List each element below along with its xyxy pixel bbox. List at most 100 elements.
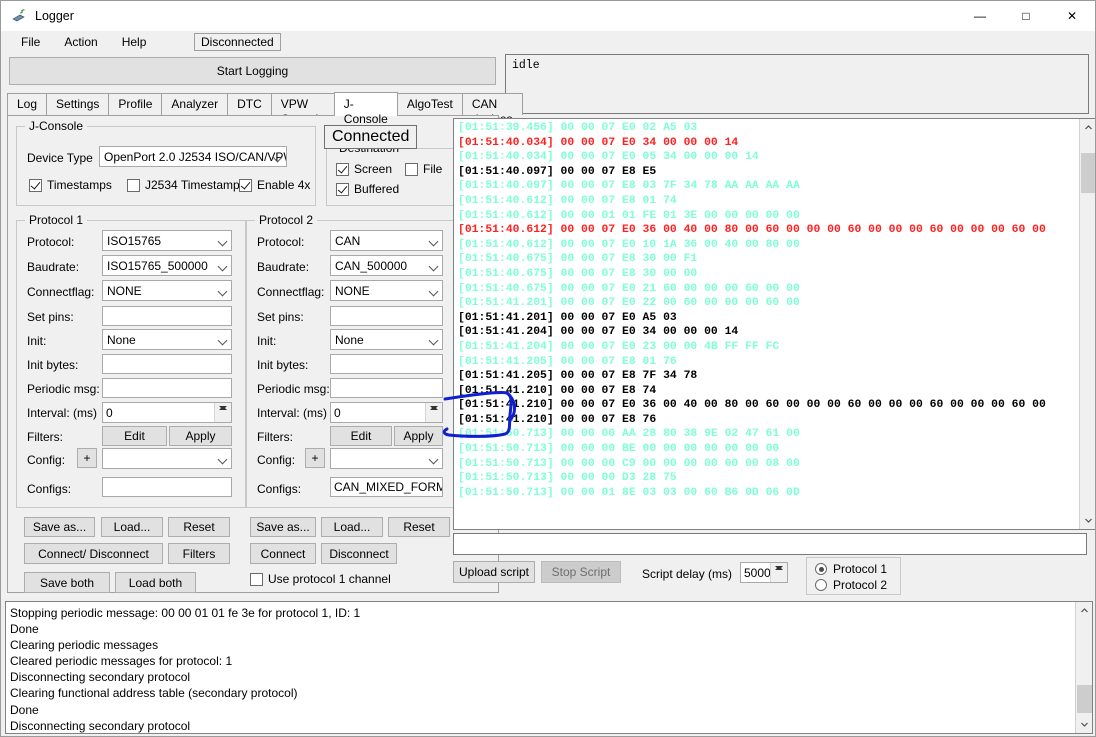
p2-setpins-input[interactable]: [330, 306, 443, 326]
destination-buffered-checkbox[interactable]: Buffered: [336, 182, 399, 196]
p2-connectflag-value: NONE: [335, 284, 370, 298]
p1-periodic-input[interactable]: [102, 378, 232, 398]
p2-connectflag-combo[interactable]: NONE: [330, 280, 443, 301]
minimize-button[interactable]: —: [957, 1, 1003, 31]
p2-disconnect-button[interactable]: Disconnect: [321, 543, 397, 564]
p1-interval-stepper[interactable]: 0: [102, 402, 232, 423]
tab-dtc[interactable]: DTC: [227, 93, 272, 115]
p2-periodic-input[interactable]: [330, 378, 443, 398]
p2-load-button[interactable]: Load...: [321, 517, 383, 537]
scroll-up-icon[interactable]: [1080, 119, 1095, 136]
p1-configs-input[interactable]: [102, 477, 232, 497]
p1-config-add-button[interactable]: +: [77, 448, 97, 468]
stepper-buttons[interactable]: [425, 403, 442, 422]
p1-save-as-button[interactable]: Save as...: [24, 517, 95, 537]
upload-script-button[interactable]: Upload script: [453, 561, 535, 583]
script-protocol2-label: Protocol 2: [833, 578, 888, 592]
destination-file-checkbox[interactable]: File: [405, 162, 442, 176]
console-line: [01:51:50.713] 00 00 00 BE 00 00 00 00 0…: [458, 443, 780, 456]
menu-help[interactable]: Help: [110, 33, 159, 51]
p2-interval-stepper[interactable]: 0: [330, 402, 443, 423]
tab-j-console[interactable]: J-Console: [333, 92, 398, 126]
script-protocol2-radio[interactable]: Protocol 2: [815, 578, 887, 592]
stepper-buttons[interactable]: [770, 563, 787, 582]
p2-reset-button[interactable]: Reset: [388, 517, 450, 537]
close-button[interactable]: ✕: [1049, 1, 1095, 31]
p1-setpins-input[interactable]: [102, 306, 232, 326]
use-protocol1-channel-checkbox[interactable]: Use protocol 1 channel: [250, 572, 391, 586]
script-protocol1-radio[interactable]: Protocol 1: [815, 562, 887, 576]
j-console-output[interactable]: [01:51:39.456] 00 00 07 E0 02 A5 03 [01:5…: [453, 118, 1095, 530]
p2-init-combo[interactable]: None: [330, 329, 443, 350]
stop-script-button: Stop Script: [541, 561, 621, 583]
maximize-button[interactable]: □: [1003, 1, 1049, 31]
menu-file[interactable]: File: [9, 33, 52, 51]
timestamps-checkbox[interactable]: Timestamps: [29, 178, 112, 192]
destination-screen-checkbox[interactable]: Screen: [336, 162, 392, 176]
tab-vpw-console[interactable]: VPW Console: [270, 93, 335, 126]
p2-initbytes-label: Init bytes:: [257, 358, 309, 372]
console-vertical-scrollbar[interactable]: [1079, 119, 1095, 529]
checkbox-glyph: [336, 162, 349, 176]
tab-algotest[interactable]: AlgoTest: [396, 93, 463, 115]
p1-connect-disconnect-button[interactable]: Connect/ Disconnect: [24, 543, 163, 564]
p2-save-as-button[interactable]: Save as...: [250, 517, 316, 537]
scroll-down-icon[interactable]: [1076, 716, 1092, 733]
device-type-label: Device Type: [27, 151, 93, 165]
p1-configs-label: Configs:: [27, 482, 72, 496]
enable-4x-checkbox[interactable]: Enable 4x: [239, 178, 310, 192]
activity-log-panel[interactable]: Stopping periodic message: 00 00 01 01 f…: [5, 601, 1093, 734]
log-line: Clearing functional address table (secon…: [10, 686, 298, 701]
console-line: [01:51:40.034] 00 00 07 E0 05 34 00 00 0…: [458, 151, 759, 164]
console-line: [01:51:41.201] 00 00 07 E0 A5 03: [458, 311, 677, 324]
p1-config-combo[interactable]: [102, 448, 232, 469]
tab-log[interactable]: Log: [7, 93, 48, 115]
console-line: [01:51:41.204] 00 00 07 E0 34 00 00 00 1…: [458, 326, 739, 339]
p1-load-button[interactable]: Load...: [101, 517, 163, 537]
p1-filters-button[interactable]: Filters: [168, 543, 230, 564]
p1-protocol-combo[interactable]: ISO15765: [102, 230, 232, 251]
p1-reset-button[interactable]: Reset: [168, 517, 230, 537]
p2-connect-button[interactable]: Connect: [250, 543, 316, 564]
p2-configs-input[interactable]: CAN_MIXED_FORMAT: [330, 477, 443, 497]
log-line: Disconnecting secondary protocol: [10, 670, 191, 685]
p1-init-label: Init:: [27, 334, 47, 348]
script-delay-stepper[interactable]: 5000: [740, 562, 788, 583]
tab-profile[interactable]: Profile: [108, 93, 163, 115]
p2-config-combo[interactable]: [330, 448, 443, 469]
console-scroll-thumb[interactable]: [1081, 153, 1095, 193]
p2-protocol-combo[interactable]: CAN: [330, 230, 443, 251]
p2-initbytes-input[interactable]: [330, 354, 443, 374]
j2534-timestamps-checkbox[interactable]: J2534 Timestamps: [127, 178, 246, 192]
p1-baudrate-combo[interactable]: ISO15765_500000: [102, 255, 232, 276]
p1-init-combo[interactable]: None: [102, 329, 232, 350]
p2-filters-edit-button[interactable]: Edit: [330, 426, 392, 446]
p1-filters-edit-button[interactable]: Edit: [102, 426, 167, 446]
stepper-buttons[interactable]: [214, 403, 231, 422]
save-both-button[interactable]: Save both: [24, 572, 110, 593]
start-logging-button[interactable]: Start Logging: [9, 57, 496, 85]
p1-filters-apply-button[interactable]: Apply: [169, 426, 232, 446]
log-vertical-scrollbar[interactable]: [1075, 602, 1092, 733]
status-output-box: idle: [505, 54, 1089, 114]
p2-baudrate-label: Baudrate:: [257, 260, 310, 274]
scroll-up-icon[interactable]: [1076, 602, 1092, 619]
use-protocol1-channel-label: Use protocol 1 channel: [268, 572, 391, 586]
load-both-button[interactable]: Load both: [115, 572, 196, 593]
destination-file-label: File: [423, 162, 443, 176]
p2-baudrate-combo[interactable]: CAN_500000: [330, 255, 443, 276]
tab-can-devices[interactable]: CAN devices: [461, 93, 523, 126]
p2-filters-apply-button[interactable]: Apply: [394, 426, 443, 446]
p2-config-add-button[interactable]: +: [305, 448, 325, 468]
connected-status-badge: Connected: [324, 125, 418, 149]
device-type-combo[interactable]: OpenPort 2.0 J2534 ISO/CAN/VPW: [99, 146, 287, 167]
tab-analyzer[interactable]: Analyzer: [161, 93, 229, 115]
scroll-down-icon[interactable]: [1080, 512, 1095, 529]
script-path-input[interactable]: [453, 533, 1087, 555]
p1-initbytes-input[interactable]: [102, 354, 232, 374]
p1-connectflag-combo[interactable]: NONE: [102, 280, 232, 301]
jconsole-group-label: J-Console: [25, 119, 88, 133]
tab-settings[interactable]: Settings: [46, 93, 110, 115]
log-scroll-thumb[interactable]: [1077, 685, 1092, 713]
menu-action[interactable]: Action: [52, 33, 109, 51]
